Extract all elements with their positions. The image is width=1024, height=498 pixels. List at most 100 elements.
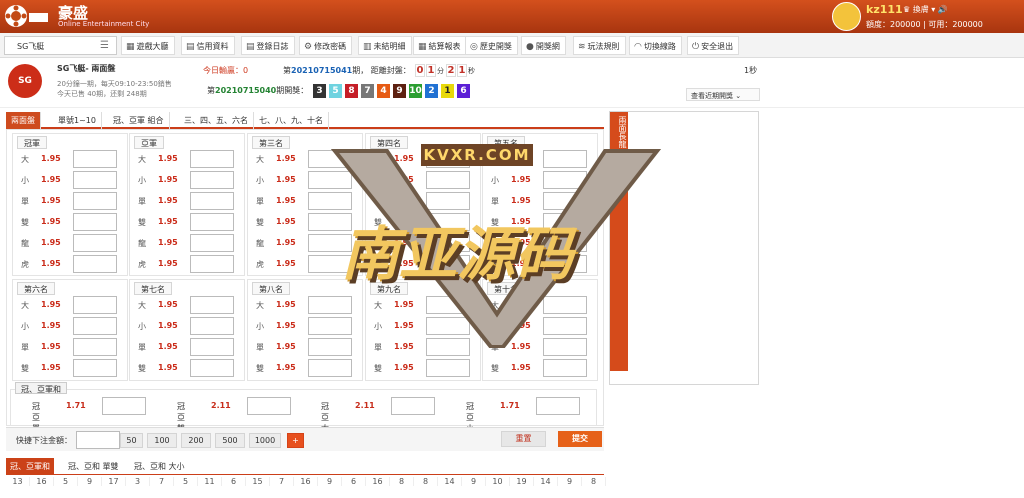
rank-group: 第五名大 1.95 小 1.95 單 1.95 雙 1.95 龍 1.95 虎 1.95 bbox=[482, 133, 598, 276]
gear-icon: ⚙ bbox=[304, 42, 313, 52]
bet-input[interactable] bbox=[308, 171, 352, 189]
nav-login-log-button[interactable]: ▤ 登錄日誌 bbox=[241, 36, 295, 55]
tab-third-to-sixth[interactable]: 三、四、五、六名 bbox=[179, 112, 254, 129]
bet-input[interactable] bbox=[190, 213, 234, 231]
bet-input[interactable] bbox=[308, 338, 352, 356]
quick-amount-button[interactable]: 1000 bbox=[249, 433, 281, 448]
bet-input[interactable] bbox=[73, 192, 117, 210]
bet-input[interactable] bbox=[102, 397, 146, 415]
nav-logout-button[interactable]: ⏻ 安全退出 bbox=[687, 36, 740, 55]
bet-input[interactable] bbox=[308, 192, 352, 210]
sound-icon[interactable]: 🔊 bbox=[938, 5, 948, 14]
quick-amount-button[interactable]: 200 bbox=[181, 433, 211, 448]
odds: 1.95 bbox=[276, 342, 296, 351]
avatar[interactable] bbox=[832, 2, 861, 31]
game-select[interactable]: SG飞艇 ☰ bbox=[4, 36, 117, 55]
bet-input[interactable] bbox=[426, 338, 470, 356]
nav-result-site-button[interactable]: ● 開獎網 bbox=[521, 36, 566, 55]
bet-input[interactable] bbox=[73, 338, 117, 356]
bet-input[interactable] bbox=[308, 150, 352, 168]
bet-input[interactable] bbox=[426, 296, 470, 314]
bet-input[interactable] bbox=[426, 317, 470, 335]
bet-input[interactable] bbox=[543, 192, 587, 210]
bet-input[interactable] bbox=[190, 255, 234, 273]
bet-input[interactable] bbox=[308, 255, 352, 273]
bet-input[interactable] bbox=[247, 397, 291, 415]
bet-input[interactable] bbox=[73, 171, 117, 189]
bet-label: 雙 bbox=[256, 364, 264, 373]
bet-input[interactable] bbox=[543, 150, 587, 168]
bet-input[interactable] bbox=[543, 255, 587, 273]
bet-input[interactable] bbox=[426, 359, 470, 377]
submit-button[interactable]: 提交 bbox=[558, 431, 602, 447]
bet-input[interactable] bbox=[308, 317, 352, 335]
bet-input[interactable] bbox=[426, 213, 470, 231]
bet-input[interactable] bbox=[426, 192, 470, 210]
quick-amount-button[interactable]: 100 bbox=[147, 433, 177, 448]
bet-input[interactable] bbox=[73, 255, 117, 273]
bet-input[interactable] bbox=[543, 359, 587, 377]
reset-button[interactable]: 重置 bbox=[501, 431, 546, 447]
bet-input[interactable] bbox=[536, 397, 580, 415]
bet-input[interactable] bbox=[543, 213, 587, 231]
bet-input[interactable] bbox=[73, 213, 117, 231]
bet-input[interactable] bbox=[190, 234, 234, 252]
bet-label: 大 bbox=[21, 301, 29, 310]
bet-input[interactable] bbox=[73, 359, 117, 377]
nav-lobby-button[interactable]: ▦ 遊戲大廳 bbox=[121, 36, 175, 55]
bet-input[interactable] bbox=[543, 234, 587, 252]
nav-password-button[interactable]: ⚙ 修改密碼 bbox=[299, 36, 353, 55]
bet-label: 小 bbox=[138, 176, 146, 185]
bet-input[interactable] bbox=[190, 171, 234, 189]
quick-amount-button[interactable]: 500 bbox=[215, 433, 245, 448]
bet-input[interactable] bbox=[543, 296, 587, 314]
nav-credit-button[interactable]: ▤ 信用資料 bbox=[181, 36, 235, 55]
nav-rules-button[interactable]: ≋ 玩法規則 bbox=[573, 36, 626, 55]
bet-input[interactable] bbox=[190, 192, 234, 210]
nav-history-button[interactable]: ◎ 歷史開獎 bbox=[465, 36, 518, 55]
result-ball: 9 bbox=[393, 84, 406, 98]
bet-input[interactable] bbox=[190, 317, 234, 335]
bet-input[interactable] bbox=[190, 296, 234, 314]
tab-sum-champion[interactable]: 冠、亞軍和 bbox=[6, 458, 54, 475]
bet-input[interactable] bbox=[73, 317, 117, 335]
nav-report-button[interactable]: ▦ 結算報表 bbox=[413, 36, 467, 55]
tab-seventh-to-tenth[interactable]: 七、八、九、十名 bbox=[254, 112, 329, 129]
nav-line-switch-button[interactable]: ◠ 切換線路 bbox=[629, 36, 682, 55]
bet-input[interactable] bbox=[391, 397, 435, 415]
bet-input[interactable] bbox=[426, 171, 470, 189]
bet-input[interactable] bbox=[543, 171, 587, 189]
bet-input[interactable] bbox=[190, 359, 234, 377]
username[interactable]: kz111 bbox=[866, 3, 903, 16]
bet-input[interactable] bbox=[190, 150, 234, 168]
bet-input[interactable] bbox=[73, 150, 117, 168]
bet-input[interactable] bbox=[308, 359, 352, 377]
recent-history-button[interactable]: 查看近期開獎 ⌄ bbox=[686, 88, 760, 101]
tab-sum-big-small[interactable]: 冠、亞和 大小 bbox=[130, 458, 189, 475]
bet-input[interactable] bbox=[308, 213, 352, 231]
bet-input[interactable] bbox=[543, 338, 587, 356]
tab-champion-combo[interactable]: 冠、亞軍 組合 bbox=[108, 112, 170, 129]
quick-amount-button[interactable]: 50 bbox=[120, 433, 143, 448]
nav-lobby-label: 遊戲大廳 bbox=[136, 42, 169, 51]
nav-unsettled-button[interactable]: ▥ 未結明細 bbox=[358, 36, 412, 55]
quick-bet-input[interactable] bbox=[76, 431, 120, 449]
tab-two-sides[interactable]: 兩面盤 bbox=[6, 112, 41, 129]
switch-skin-button[interactable]: ♛ 換膚 ▾ 🔊 bbox=[903, 4, 948, 15]
bet-input[interactable] bbox=[308, 296, 352, 314]
long-dragon-tab[interactable]: 兩面長龍 bbox=[610, 112, 628, 371]
bet-input[interactable] bbox=[426, 234, 470, 252]
result-ball: 8 bbox=[345, 84, 358, 98]
add-amount-button[interactable]: + bbox=[287, 433, 304, 448]
bet-label: 雙 bbox=[21, 218, 29, 227]
rank-group: 第八名大 1.95 小 1.95 單 1.95 雙 1.95 bbox=[247, 279, 363, 381]
bet-input[interactable] bbox=[308, 234, 352, 252]
bet-input[interactable] bbox=[190, 338, 234, 356]
bet-input[interactable] bbox=[426, 150, 470, 168]
tab-sum-odd-even[interactable]: 冠、亞和 單雙 bbox=[64, 458, 123, 475]
tab-single-number[interactable]: 單號1~10 bbox=[53, 112, 102, 129]
bet-input[interactable] bbox=[543, 317, 587, 335]
bet-input[interactable] bbox=[73, 234, 117, 252]
bet-input[interactable] bbox=[426, 255, 470, 273]
bet-input[interactable] bbox=[73, 296, 117, 314]
